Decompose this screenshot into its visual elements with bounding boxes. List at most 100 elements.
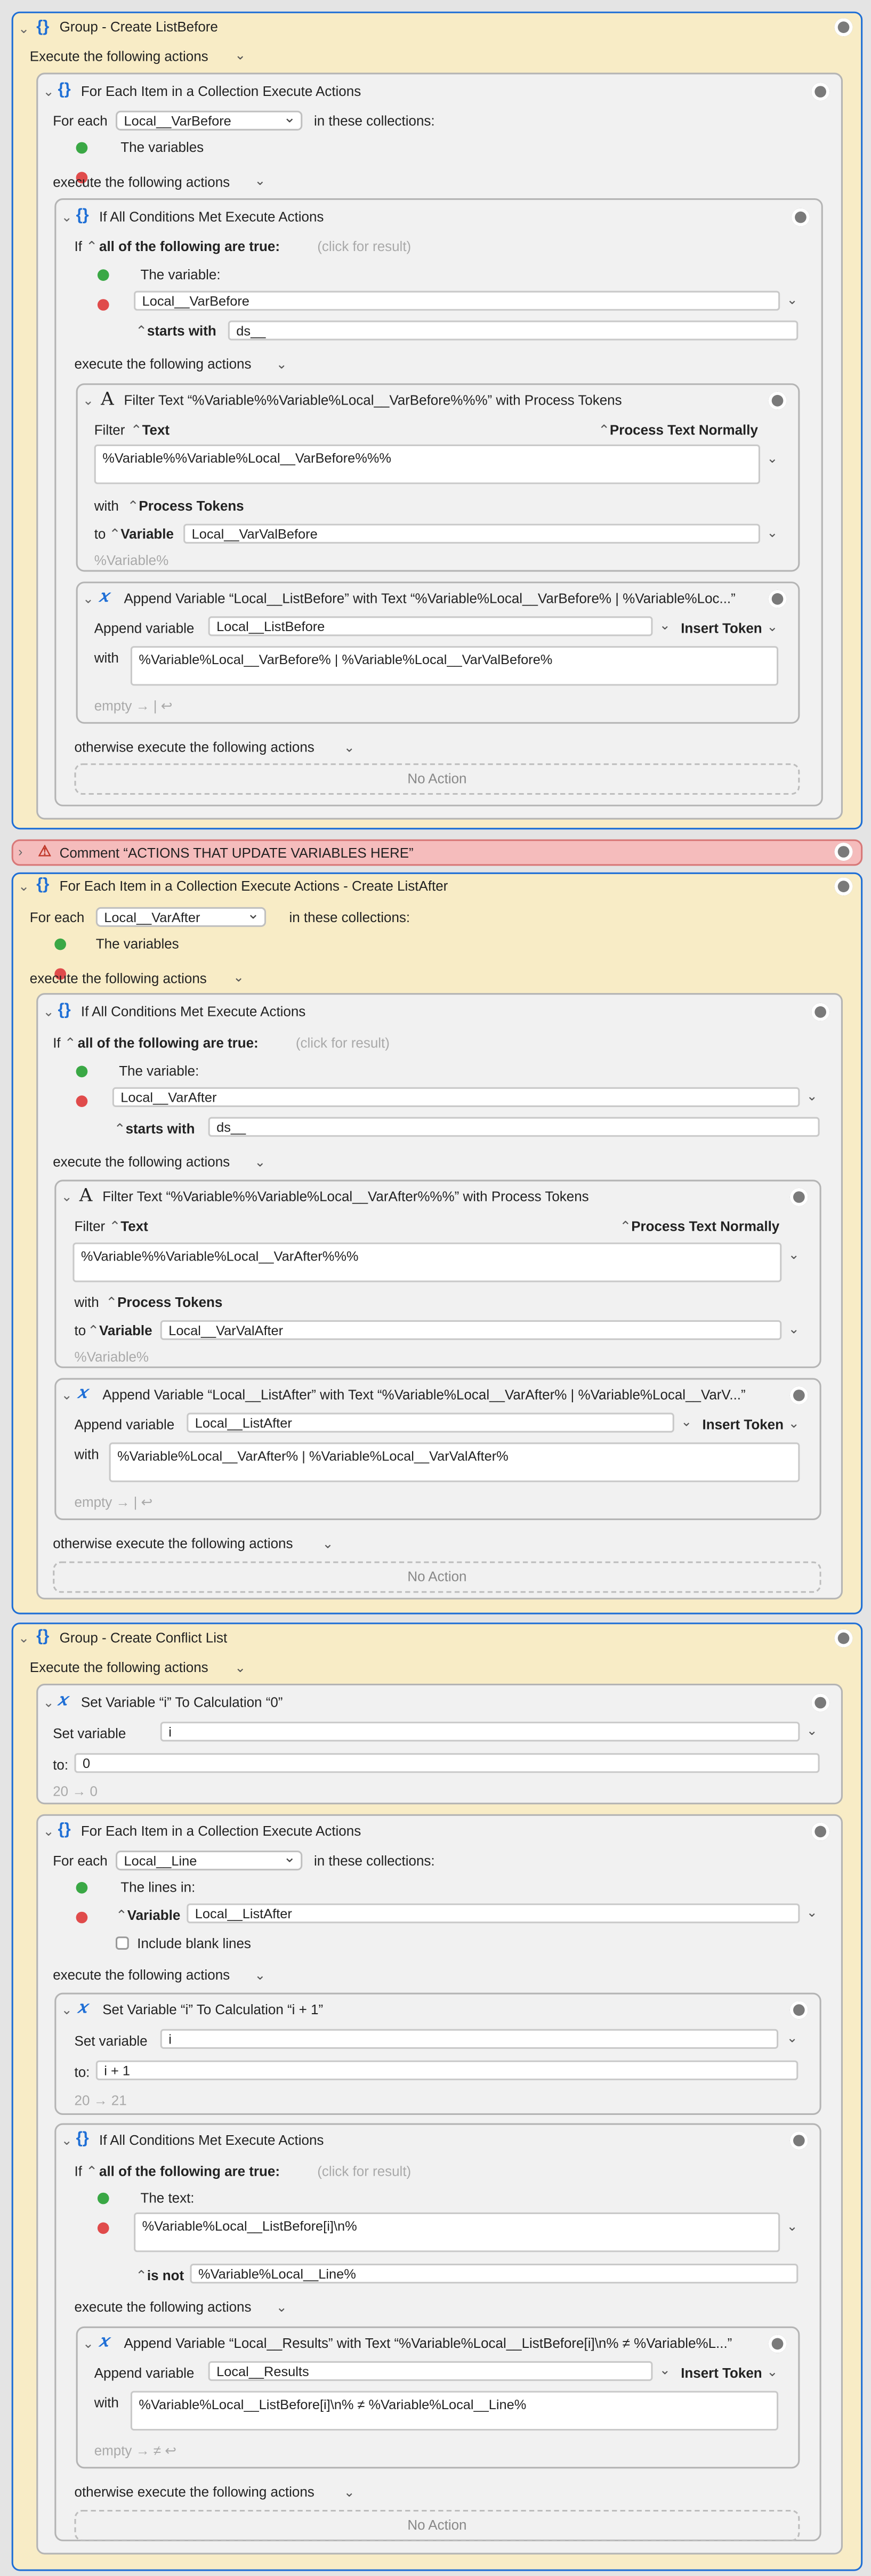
disclosure-chevron-icon[interactable]: ⌄ — [83, 2335, 94, 2353]
text-content-field[interactable]: %Variable%%Variable%Local__VarAfter%%% — [72, 1242, 782, 1282]
stepper-icon[interactable]: ⌃ — [109, 1218, 121, 1236]
chevron-down-icon[interactable]: ⌄ — [276, 2298, 287, 2316]
gear-icon[interactable] — [789, 2131, 808, 2150]
chevron-down-icon[interactable]: ⌄ — [787, 2217, 798, 2235]
disclosure-chevron-icon[interactable]: ⌄ — [43, 1694, 54, 1712]
all-conditions-select[interactable]: all of the following are true: — [99, 238, 280, 256]
process-text-select[interactable]: Process Text Normally — [631, 1218, 779, 1236]
operator-select[interactable]: starts with — [147, 322, 216, 341]
stepper-icon[interactable]: ⌃ — [135, 2267, 147, 2285]
chevron-down-icon[interactable]: ⌄ — [322, 1535, 334, 1553]
loop-variable-select[interactable]: Local__VarBefore — [116, 109, 303, 131]
filter-type-select[interactable]: Text — [142, 422, 170, 440]
disclosure-chevron-icon[interactable]: ⌄ — [61, 2131, 72, 2150]
operator-select[interactable]: is not — [147, 2267, 184, 2285]
disclosure-chevron-icon[interactable]: › — [18, 843, 22, 861]
process-tokens-select[interactable]: Process Tokens — [139, 497, 244, 515]
stepper-icon[interactable]: ⌃ — [127, 497, 139, 515]
stepper-icon[interactable]: ⌃ — [116, 1907, 127, 1925]
disclosure-chevron-icon[interactable]: ⌄ — [18, 1629, 29, 1648]
stepper-icon[interactable]: ⌃ — [135, 322, 147, 341]
stepper-icon[interactable]: ⌃ — [64, 1035, 76, 1053]
gear-icon[interactable] — [811, 1003, 830, 1021]
chevron-down-icon[interactable]: ⌄ — [788, 1246, 800, 1264]
text-content-field[interactable]: %Variable%%Variable%Local__VarBefore%%% — [94, 444, 761, 484]
calculation-field[interactable]: 0 — [74, 1753, 820, 1773]
disclosure-chevron-icon[interactable]: ⌄ — [43, 1822, 54, 1840]
chevron-down-icon[interactable]: ⌄ — [767, 524, 778, 542]
operator-select[interactable]: starts with — [126, 1120, 195, 1138]
append-text-field[interactable]: %Variable%Local__VarAfter% | %Variable%L… — [109, 1442, 800, 1482]
click-for-result[interactable]: (click for result) — [317, 238, 411, 256]
stepper-icon[interactable]: ⌃ — [598, 422, 610, 440]
destination-variable-field[interactable]: Local__VarValAfter — [160, 1320, 782, 1341]
chevron-down-icon[interactable]: ⌄ — [787, 291, 798, 309]
no-action-placeholder[interactable]: No Action — [74, 2509, 800, 2541]
condition-value-field[interactable]: ds__ — [228, 320, 799, 341]
set-variable-field[interactable]: i — [160, 1722, 800, 1742]
gear-icon[interactable] — [791, 208, 810, 227]
insert-token-menu[interactable]: Insert Token — [681, 620, 762, 638]
disclosure-chevron-icon[interactable]: ⌄ — [18, 20, 29, 38]
add-remove-buttons[interactable] — [54, 938, 81, 980]
chevron-down-icon[interactable]: ⌄ — [235, 46, 246, 64]
gear-icon[interactable] — [789, 1188, 808, 1206]
gear-icon[interactable] — [768, 590, 787, 608]
chevron-down-icon[interactable]: ⌄ — [807, 1903, 818, 1921]
stepper-icon[interactable]: ⌃ — [86, 238, 98, 256]
chevron-down-icon[interactable]: ⌄ — [767, 618, 778, 636]
click-for-result[interactable]: (click for result) — [317, 2163, 411, 2181]
calculation-field[interactable]: i + 1 — [95, 2060, 799, 2080]
no-action-placeholder[interactable]: No Action — [53, 1561, 821, 1593]
disclosure-chevron-icon[interactable]: ⌄ — [43, 1003, 54, 1021]
chevron-down-icon[interactable]: ⌄ — [767, 449, 778, 467]
chevron-down-icon[interactable]: ⌄ — [788, 1415, 800, 1433]
stepper-icon[interactable]: ⌃ — [87, 1322, 99, 1340]
add-remove-buttons[interactable] — [97, 2192, 124, 2234]
destination-type-select[interactable]: Variable — [120, 526, 174, 544]
all-conditions-select[interactable]: all of the following are true: — [78, 1035, 259, 1053]
condition-variable-field[interactable]: Local__VarAfter — [112, 1087, 800, 1107]
condition-text-field[interactable]: %Variable%Local__ListBefore[i]\n% — [134, 2212, 780, 2252]
chevron-down-icon[interactable]: ⌄ — [233, 968, 244, 987]
chevron-down-icon[interactable]: ⌄ — [276, 356, 287, 374]
disclosure-chevron-icon[interactable]: ⌄ — [61, 1386, 72, 1404]
append-variable-field[interactable]: Local__ListBefore — [208, 616, 653, 636]
stepper-icon[interactable]: ⌃ — [109, 526, 121, 544]
chevron-down-icon[interactable]: ⌄ — [659, 2361, 671, 2379]
append-text-field[interactable]: %Variable%Local__VarBefore% | %Variable%… — [130, 646, 779, 686]
insert-token-menu[interactable]: Insert Token — [681, 2364, 762, 2383]
gear-icon[interactable] — [834, 18, 853, 37]
chevron-down-icon[interactable]: ⌄ — [767, 2363, 778, 2381]
stepper-icon[interactable]: ⌃ — [131, 422, 142, 440]
disclosure-chevron-icon[interactable]: ⌄ — [61, 208, 72, 227]
condition-value-field[interactable]: %Variable%Local__Line% — [190, 2264, 799, 2284]
chevron-down-icon[interactable]: ⌄ — [344, 739, 355, 757]
destination-variable-field[interactable]: Local__VarValBefore — [183, 523, 760, 544]
source-variable-field[interactable]: Local__ListAfter — [187, 1903, 800, 1924]
disclosure-chevron-icon[interactable]: ⌄ — [61, 1188, 72, 1206]
chevron-down-icon[interactable]: ⌄ — [235, 1659, 246, 1677]
gear-icon[interactable] — [811, 1693, 830, 1712]
all-conditions-select[interactable]: all of the following are true: — [99, 2163, 280, 2181]
chevron-down-icon[interactable]: ⌄ — [254, 1153, 265, 1172]
process-text-select[interactable]: Process Text Normally — [610, 422, 758, 440]
gear-icon[interactable] — [834, 843, 853, 861]
gear-icon[interactable] — [834, 877, 853, 896]
click-for-result[interactable]: (click for result) — [296, 1035, 390, 1053]
chevron-down-icon[interactable]: ⌄ — [788, 1320, 800, 1338]
chevron-down-icon[interactable]: ⌄ — [807, 1722, 818, 1740]
chevron-down-icon[interactable]: ⌄ — [659, 616, 671, 634]
chevron-down-icon[interactable]: ⌄ — [787, 2029, 798, 2047]
insert-token-menu[interactable]: Insert Token — [703, 1416, 784, 1434]
loop-variable-select[interactable]: Local__Line — [116, 1849, 303, 1871]
add-remove-buttons[interactable] — [97, 269, 124, 311]
destination-type-select[interactable]: Variable — [99, 1322, 152, 1340]
append-text-field[interactable]: %Variable%Local__ListBefore[i]\n% ≠ %Var… — [130, 2391, 779, 2431]
chevron-down-icon[interactable]: ⌄ — [344, 2483, 355, 2501]
chevron-down-icon[interactable]: ⌄ — [681, 1413, 692, 1431]
append-variable-field[interactable]: Local__ListAfter — [187, 1412, 674, 1433]
add-remove-buttons[interactable] — [76, 142, 103, 184]
add-remove-buttons[interactable] — [76, 1065, 103, 1107]
gear-icon[interactable] — [789, 1386, 808, 1404]
